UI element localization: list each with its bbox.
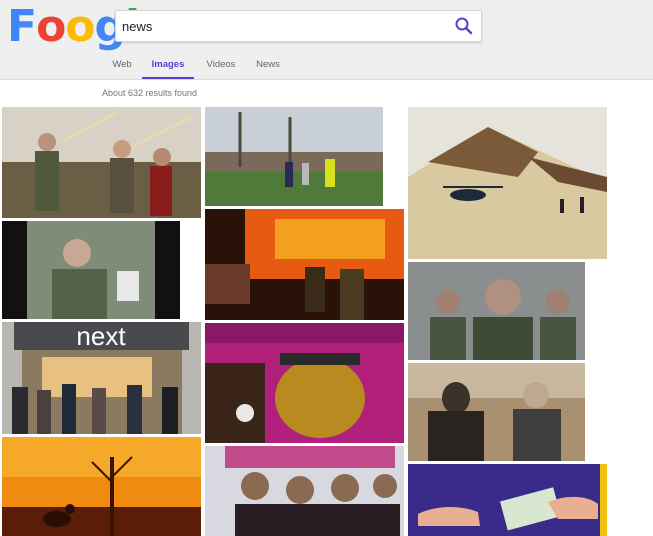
tab-images[interactable]: Images [142,58,194,79]
image-result[interactable] [408,107,607,259]
tab-news[interactable]: News [255,58,281,79]
results-count: About 632 results found [102,88,198,98]
image-result[interactable] [2,107,201,218]
image-result[interactable] [408,363,585,461]
search-icon [455,17,473,35]
image-result[interactable] [205,209,404,320]
image-result[interactable] [205,323,404,443]
logo-letter: o [65,1,95,52]
tab-videos[interactable]: Videos [205,58,237,79]
logo-letter: F [7,1,37,52]
search-button[interactable] [453,15,475,37]
search-input[interactable] [122,15,442,37]
top-bar: Foogle Web Images Videos News [0,0,653,80]
image-result[interactable] [205,107,383,206]
store-sign-text: next [76,322,126,351]
image-result[interactable] [2,437,201,536]
search-box [115,10,482,42]
logo-letter: o [36,1,66,52]
image-result[interactable] [2,221,180,319]
search-tabs: Web Images Videos News [0,58,653,79]
image-result[interactable] [205,446,404,536]
image-result[interactable] [408,262,585,360]
image-result[interactable] [408,464,607,536]
tab-web[interactable]: Web [111,58,133,79]
image-result[interactable]: next [2,322,201,434]
